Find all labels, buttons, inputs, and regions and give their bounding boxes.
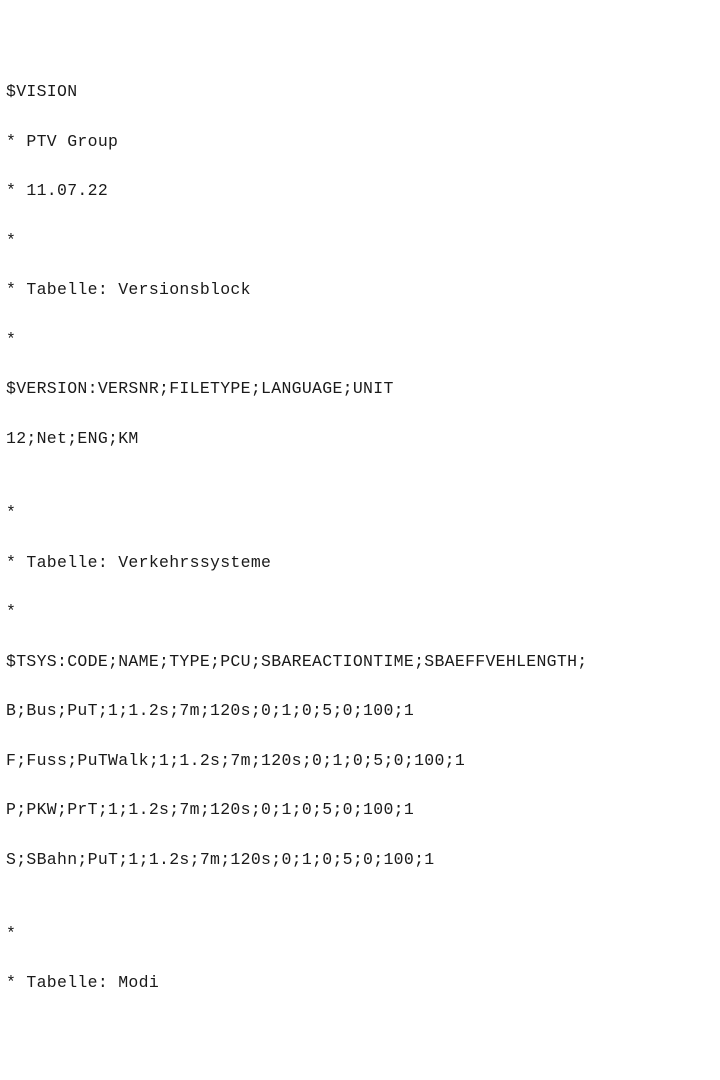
code-line: * <box>6 922 714 947</box>
code-line: $TSYS:CODE;NAME;TYPE;PCU;SBAREACTIONTIME… <box>6 650 714 675</box>
code-line: * <box>6 328 714 353</box>
code-line: * <box>6 229 714 254</box>
code-line: F;Fuss;PuTWalk;1;1.2s;7m;120s;0;1;0;5;0;… <box>6 749 714 774</box>
code-line: * Tabelle: Verkehrssysteme <box>6 551 714 576</box>
code-line: * <box>6 501 714 526</box>
code-line: S;SBahn;PuT;1;1.2s;7m;120s;0;1;0;5;0;100… <box>6 848 714 873</box>
code-line: * Tabelle: Modi <box>6 971 714 996</box>
code-line: $VERSION:VERSNR;FILETYPE;LANGUAGE;UNIT <box>6 377 714 402</box>
code-line: * PTV Group <box>6 130 714 155</box>
code-line: * 11.07.22 <box>6 179 714 204</box>
code-line: * <box>6 600 714 625</box>
code-line: 12;Net;ENG;KM <box>6 427 714 452</box>
code-line: B;Bus;PuT;1;1.2s;7m;120s;0;1;0;5;0;100;1 <box>6 699 714 724</box>
code-line: $VISION <box>6 80 714 105</box>
code-line: * Tabelle: Versionsblock <box>6 278 714 303</box>
code-line: P;PKW;PrT;1;1.2s;7m;120s;0;1;0;5;0;100;1 <box>6 798 714 823</box>
